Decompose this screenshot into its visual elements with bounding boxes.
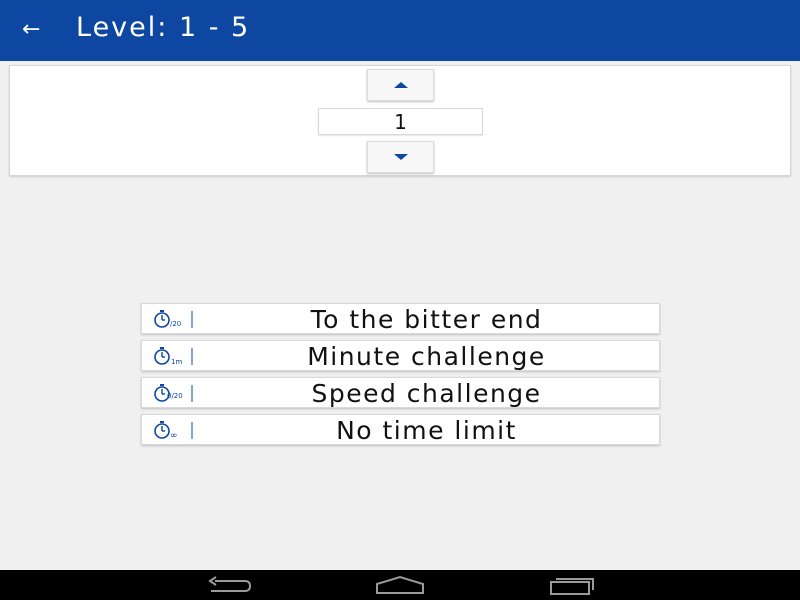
svg-text:/20: /20: [170, 320, 181, 328]
mode-label: To the bitter end: [310, 305, 543, 334]
mode-no-time-limit-button[interactable]: ∞ No time limit: [141, 414, 660, 445]
nav-recents-icon[interactable]: [548, 574, 596, 596]
level-number-input[interactable]: [318, 108, 483, 135]
triangle-down-icon: [393, 154, 408, 160]
svg-text:1m: 1m: [171, 358, 182, 366]
svg-text:0/20: 0/20: [167, 392, 183, 400]
mode-label: Minute challenge: [307, 342, 546, 371]
mode-bitter-end-button[interactable]: /20 To the bitter end: [141, 303, 660, 334]
back-arrow-icon[interactable]: ←: [22, 16, 54, 46]
nav-back-icon[interactable]: [205, 574, 253, 596]
level-picker-panel: [9, 65, 791, 176]
nav-home-icon[interactable]: [375, 574, 425, 596]
decrement-button[interactable]: [367, 141, 434, 173]
svg-text:∞: ∞: [170, 431, 178, 441]
page-title: Level: 1 - 5: [76, 12, 251, 43]
mode-speed-challenge-button[interactable]: 0/20 Speed challenge: [141, 377, 660, 408]
mode-label: Speed challenge: [311, 379, 542, 408]
stopwatch-speed-icon: 0/20: [152, 382, 198, 404]
stopwatch-bitter-end-icon: /20: [152, 308, 198, 330]
mode-label: No time limit: [336, 416, 517, 445]
game-mode-list: /20 To the bitter end 1m Minute challeng…: [141, 303, 660, 451]
system-nav-bar: [0, 570, 800, 600]
app-bar: ← Level: 1 - 5: [0, 0, 800, 61]
mode-minute-challenge-button[interactable]: 1m Minute challenge: [141, 340, 660, 371]
stopwatch-infinity-icon: ∞: [152, 419, 198, 441]
triangle-up-icon: [393, 82, 408, 88]
increment-button[interactable]: [367, 69, 434, 101]
stopwatch-minute-icon: 1m: [152, 345, 198, 367]
